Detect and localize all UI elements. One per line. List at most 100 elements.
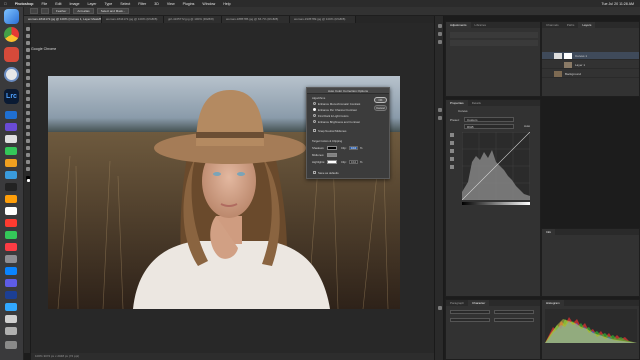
font-style-dropdown[interactable] [494,310,534,314]
layer-row[interactable]: Curves 1 [542,52,639,60]
tab-character[interactable]: Character [468,300,490,306]
menu-image[interactable]: Image [69,2,79,6]
dock-app-icon[interactable] [5,195,17,203]
select-and-mask-button[interactable]: Select and Mask... [96,8,130,14]
paragraph-panel-icon[interactable] [438,306,442,310]
document-tab[interactable]: woman-1935789.jpg @ 100% (RGB/8) [290,16,356,23]
dock-app-icon[interactable] [5,315,17,323]
document-tab[interactable]: girl-4165772.jpg @ 100% (RGB/8) [164,16,222,23]
shape-tool-icon[interactable] [25,153,30,157]
crop-tool-icon[interactable] [25,55,30,59]
blur-tool-icon[interactable] [25,118,30,122]
save-defaults-checkbox[interactable] [313,171,316,174]
chrome-icon[interactable] [4,27,19,42]
dock-app-icon[interactable] [5,255,17,263]
curve-point-tool-icon[interactable] [450,157,454,161]
tab-layers[interactable]: Layers [578,22,596,28]
menu-window[interactable]: Window [202,2,215,6]
document-tab[interactable]: woman-1885785.jpg @ 66.7% (RGB/8) [222,16,290,23]
dock-app-icon[interactable] [5,123,17,131]
shadows-swatch[interactable] [327,146,337,150]
radio-monochromatic[interactable] [313,102,316,105]
clone-stamp-tool-icon[interactable] [25,90,30,94]
menu-type[interactable]: Type [104,2,112,6]
history-panel-icon[interactable] [438,24,442,28]
menu-edit[interactable]: Edit [55,2,61,6]
tab-info[interactable]: Info [542,229,556,235]
menu-help[interactable]: Help [223,2,230,6]
leading-field[interactable] [494,318,534,322]
home-icon[interactable] [30,8,38,14]
trash-icon[interactable] [5,341,17,349]
brush-panel-icon[interactable] [438,40,442,44]
dock-app-icon[interactable] [5,171,17,179]
document-tab[interactable]: woman-1844172.jpg @ 100% (RGB/8) [102,16,164,23]
zoom-tool-icon[interactable] [25,167,30,171]
dock-app-icon[interactable] [5,147,17,155]
apple-icon[interactable]:  [4,2,7,6]
menu-app-name[interactable]: Photoshop [15,2,34,6]
lightroom-icon[interactable]: Lrc [4,89,19,104]
anti-alias-checkbox[interactable]: Anti-alias [73,8,94,14]
dock-app-icon[interactable] [5,327,17,335]
dodge-tool-icon[interactable] [25,125,30,129]
tab-histogram[interactable]: Histogram [542,300,564,306]
actions-panel-icon[interactable] [438,32,442,36]
midtones-swatch[interactable] [327,153,337,157]
adjustment-icons-row-2[interactable] [450,40,538,46]
dock-app-icon[interactable] [5,207,17,215]
highlights-swatch[interactable] [327,160,337,164]
history-brush-tool-icon[interactable] [25,97,30,101]
menu-filter[interactable]: Filter [138,2,146,6]
dock-app-icon[interactable] [5,243,17,251]
shadows-clip-input[interactable]: 0.10 [349,146,358,150]
menu-3d[interactable]: 3D [154,2,159,6]
snap-midtones-checkbox[interactable] [313,129,316,132]
tab-paths[interactable]: Paths [563,22,579,28]
dock-app-icon[interactable] [5,279,17,287]
tab-libraries[interactable]: Libraries [471,22,491,28]
eyedropper-tool-icon[interactable] [25,69,30,73]
menu-file[interactable]: File [41,2,47,6]
adjustment-icons-row-1[interactable] [450,32,538,38]
menu-layer[interactable]: Layer [87,2,96,6]
radio-brightness-contrast[interactable] [313,120,316,123]
curves-graph[interactable] [462,132,530,200]
dock-app-icon[interactable] [5,183,17,191]
dock-app-icon[interactable] [5,231,17,239]
adjust-panel-icon[interactable] [438,116,442,120]
move-tool-icon[interactable] [25,27,30,31]
dock-app-icon[interactable] [5,135,17,143]
hand-tool-icon[interactable] [25,160,30,164]
layer-row[interactable]: Background [542,70,639,78]
finder-icon[interactable] [4,9,19,24]
eraser-tool-icon[interactable] [25,104,30,108]
tab-channels[interactable]: Channels [542,22,563,28]
pen-tool-icon[interactable] [25,132,30,136]
tab-properties[interactable]: Properties [446,100,468,106]
brush-tool-icon[interactable] [25,83,30,87]
dock-app-icon[interactable] [5,159,17,167]
tab-adjustments[interactable]: Adjustments [446,22,471,28]
marquee-tool-icon[interactable] [41,8,49,14]
document-tab[interactable]: woman-1844172.jpg @ 100% (Curves 1, Laye… [24,16,102,23]
background-color-swatch[interactable] [27,179,30,182]
marquee-tool-icon[interactable] [25,34,30,38]
quick-select-tool-icon[interactable] [25,48,30,52]
cancel-button[interactable]: Cancel [374,105,387,111]
font-family-dropdown[interactable] [450,310,490,314]
app-red-icon[interactable] [4,47,19,62]
dock-app-icon[interactable] [5,111,17,119]
ok-button[interactable]: OK [374,97,387,103]
highlights-clip-input[interactable]: 0.10 [349,160,358,164]
type-tool-icon[interactable] [25,139,30,143]
photoshop-icon[interactable] [5,303,17,311]
menu-plugins[interactable]: Plugins [183,2,195,6]
radio-dark-light[interactable] [313,114,316,117]
dock-app-icon[interactable] [5,267,17,275]
preset-dropdown[interactable]: Custom [464,117,514,122]
eyedropper-gray-icon[interactable] [450,141,454,145]
safari-icon[interactable] [4,67,19,82]
channel-dropdown[interactable]: RGB [464,124,514,129]
pencil-curve-icon[interactable] [450,165,454,169]
